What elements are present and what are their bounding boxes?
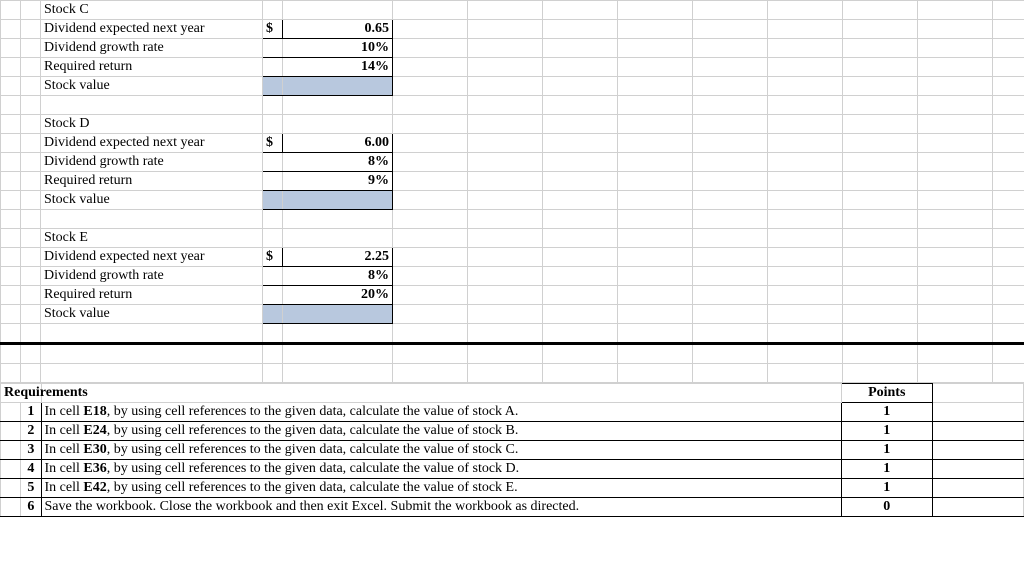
stock-e-div-currency[interactable]: $: [263, 248, 283, 267]
stock-c-val-label[interactable]: Stock value: [41, 77, 263, 96]
req-text-2[interactable]: In cell E24, by using cell references to…: [41, 422, 841, 441]
stock-c-title-row: Stock C: [1, 1, 1024, 20]
stock-d-div-label[interactable]: Dividend expected next year: [41, 134, 263, 153]
req-text-4[interactable]: In cell E36, by using cell references to…: [41, 460, 841, 479]
req-text-3[interactable]: In cell E30, by using cell references to…: [41, 441, 841, 460]
requirement-row-6: 6 Save the workbook. Close the workbook …: [1, 498, 1024, 517]
section-divider: [1, 344, 1024, 364]
req-num-1[interactable]: 1: [21, 403, 41, 422]
requirement-row-2: 2 In cell E24, by using cell references …: [1, 422, 1024, 441]
stock-e-req-label[interactable]: Required return: [41, 286, 263, 305]
req-pts-4[interactable]: 1: [841, 460, 932, 479]
stock-e-growth-label[interactable]: Dividend growth rate: [41, 267, 263, 286]
spreadsheet-area[interactable]: Stock C Dividend expected next year $ 0.…: [0, 0, 1024, 582]
stock-d-req-label[interactable]: Required return: [41, 172, 263, 191]
stock-e-div-value[interactable]: 2.25: [283, 248, 393, 267]
stock-c-req-label[interactable]: Required return: [41, 58, 263, 77]
stock-c-required-row: Required return 14%: [1, 58, 1024, 77]
requirement-row-5: 5 In cell E42, by using cell references …: [1, 479, 1024, 498]
stock-d-req-value[interactable]: 9%: [283, 172, 393, 191]
stock-e-req-value[interactable]: 20%: [283, 286, 393, 305]
data-grid[interactable]: Stock C Dividend expected next year $ 0.…: [0, 0, 1024, 383]
stock-c-req-value[interactable]: 14%: [283, 58, 393, 77]
req-num-4[interactable]: 4: [21, 460, 41, 479]
stock-c-growth-row: Dividend growth rate 10%: [1, 39, 1024, 58]
stock-e-div-label[interactable]: Dividend expected next year: [41, 248, 263, 267]
requirement-row-1: 1 In cell E18, by using cell references …: [1, 403, 1024, 422]
stock-e-title-row: Stock E: [1, 229, 1024, 248]
stock-c-div-label[interactable]: Dividend expected next year: [41, 20, 263, 39]
req-pts-6[interactable]: 0: [841, 498, 932, 517]
stock-e-value-row: Stock value: [1, 305, 1024, 324]
requirement-row-3: 3 In cell E30, by using cell references …: [1, 441, 1024, 460]
stock-d-value-row: Stock value: [1, 191, 1024, 210]
req-pts-1[interactable]: 1: [841, 403, 932, 422]
requirements-table[interactable]: Requirements Points 1 In cell E18, by us…: [0, 383, 1024, 517]
req-text-1[interactable]: In cell E18, by using cell references to…: [41, 403, 841, 422]
req-num-3[interactable]: 3: [21, 441, 41, 460]
stock-e-growth-row: Dividend growth rate 8%: [1, 267, 1024, 286]
req-text-6[interactable]: Save the workbook. Close the workbook an…: [41, 498, 841, 517]
req-pts-3[interactable]: 1: [841, 441, 932, 460]
stock-d-div-currency[interactable]: $: [263, 134, 283, 153]
stock-c-dividend-row: Dividend expected next year $ 0.65: [1, 20, 1024, 39]
req-pts-5[interactable]: 1: [841, 479, 932, 498]
stock-d-title[interactable]: Stock D: [41, 115, 263, 134]
stock-d-title-row: Stock D: [1, 115, 1024, 134]
stock-d-growth-value[interactable]: 8%: [283, 153, 393, 172]
stock-c-div-value[interactable]: 0.65: [283, 20, 393, 39]
stock-d-required-row: Required return 9%: [1, 172, 1024, 191]
requirement-row-4: 4 In cell E36, by using cell references …: [1, 460, 1024, 479]
stock-e-title[interactable]: Stock E: [41, 229, 263, 248]
stock-d-growth-row: Dividend growth rate 8%: [1, 153, 1024, 172]
req-text-5[interactable]: In cell E42, by using cell references to…: [41, 479, 841, 498]
stock-d-val-label[interactable]: Stock value: [41, 191, 263, 210]
stock-c-value-row: Stock value: [1, 77, 1024, 96]
req-num-6[interactable]: 6: [21, 498, 41, 517]
stock-e-growth-value[interactable]: 8%: [283, 267, 393, 286]
stock-e-val-label[interactable]: Stock value: [41, 305, 263, 324]
req-pts-2[interactable]: 1: [841, 422, 932, 441]
stock-e-dividend-row: Dividend expected next year $ 2.25: [1, 248, 1024, 267]
stock-c-value-cell[interactable]: [283, 77, 393, 96]
stock-d-dividend-row: Dividend expected next year $ 6.00: [1, 134, 1024, 153]
stock-d-growth-label[interactable]: Dividend growth rate: [41, 153, 263, 172]
stock-c-div-currency[interactable]: $: [263, 20, 283, 39]
points-heading: Points: [841, 384, 932, 403]
stock-c-title[interactable]: Stock C: [41, 1, 263, 20]
requirements-heading: Requirements: [1, 384, 42, 403]
stock-c-growth-label[interactable]: Dividend growth rate: [41, 39, 263, 58]
stock-d-div-value[interactable]: 6.00: [283, 134, 393, 153]
stock-e-value-cell[interactable]: [283, 305, 393, 324]
requirements-header-row: Requirements Points: [1, 384, 1024, 403]
stock-c-growth-value[interactable]: 10%: [283, 39, 393, 58]
req-num-2[interactable]: 2: [21, 422, 41, 441]
stock-d-value-cell[interactable]: [283, 191, 393, 210]
req-num-5[interactable]: 5: [21, 479, 41, 498]
stock-e-required-row: Required return 20%: [1, 286, 1024, 305]
